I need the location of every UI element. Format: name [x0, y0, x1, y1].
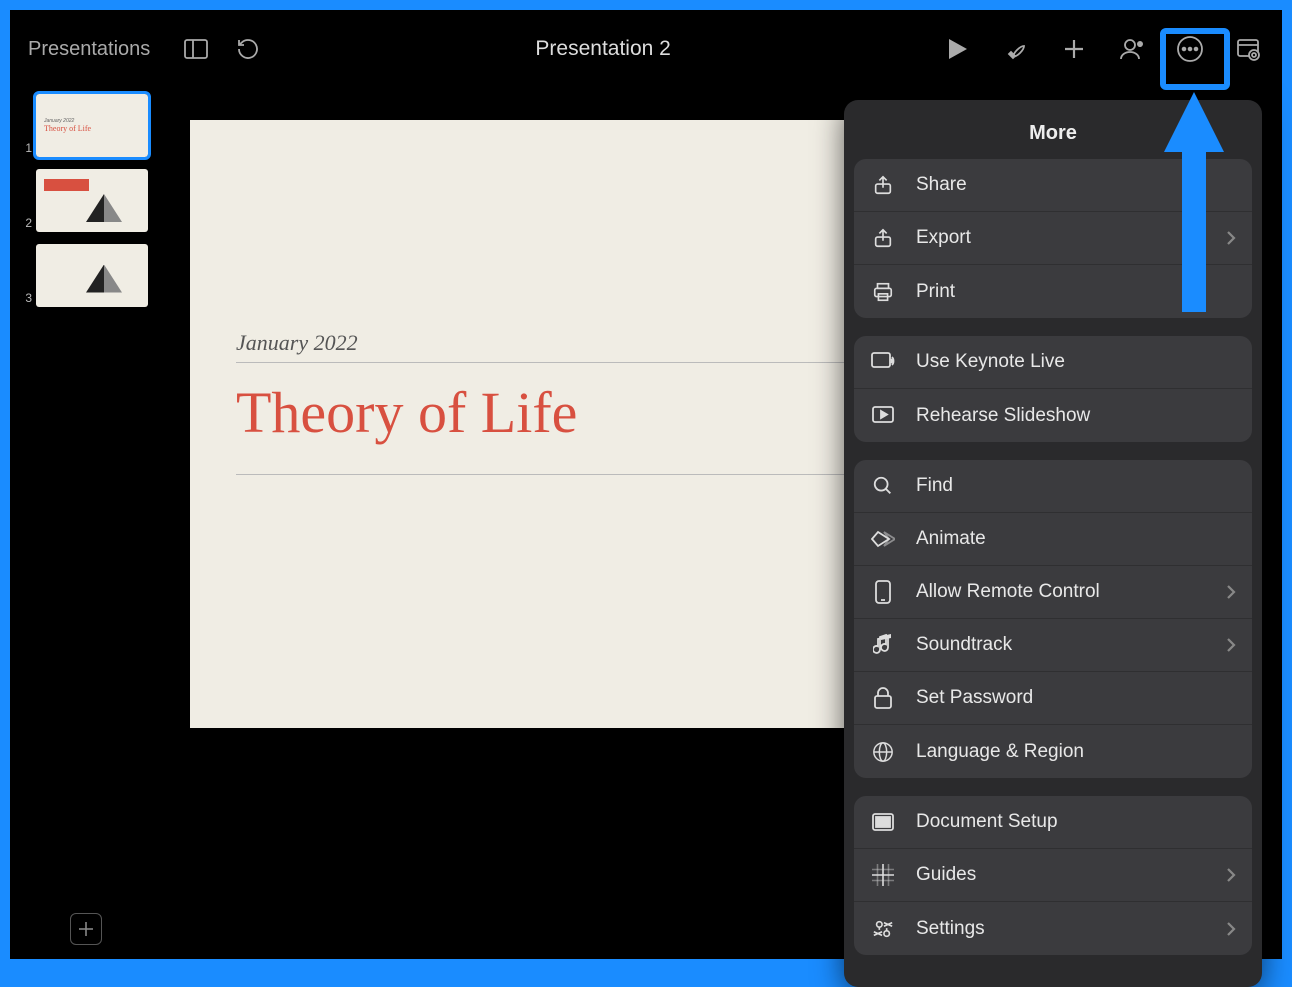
animate-icon — [870, 526, 896, 552]
play-icon[interactable] — [944, 35, 972, 63]
menu-item-find[interactable]: Find — [854, 460, 1252, 513]
menu-item-animate[interactable]: Animate — [854, 513, 1252, 566]
menu-item-label: Set Password — [916, 687, 1236, 709]
share-icon — [870, 172, 896, 198]
remote-icon — [870, 579, 896, 605]
docsetup-icon — [870, 809, 896, 835]
menu-item-label: Allow Remote Control — [916, 581, 1206, 603]
chevron-right-icon — [1226, 637, 1236, 653]
chevron-right-icon — [1226, 921, 1236, 937]
menu-item-allow-remote-control[interactable]: Allow Remote Control — [854, 566, 1252, 619]
more-menu-title: More — [854, 114, 1252, 159]
soundtrack-icon — [870, 632, 896, 658]
language-icon — [870, 739, 896, 765]
settings-icon — [870, 916, 896, 942]
document-title[interactable]: Presentation 2 — [262, 37, 944, 61]
menu-item-settings[interactable]: Settings — [854, 902, 1252, 955]
menu-item-label: Soundtrack — [916, 634, 1206, 656]
slide-thumbnail-2[interactable] — [36, 169, 148, 232]
rehearse-icon — [870, 403, 896, 429]
password-icon — [870, 685, 896, 711]
menu-item-label: Print — [916, 281, 1236, 303]
chevron-right-icon — [1226, 867, 1236, 883]
menu-item-document-setup[interactable]: Document Setup — [854, 796, 1252, 849]
menu-item-label: Find — [916, 475, 1236, 497]
export-icon — [870, 225, 896, 251]
menu-item-label: Rehearse Slideshow — [916, 405, 1236, 427]
add-icon[interactable] — [1060, 35, 1088, 63]
slide-thumbnail-3[interactable] — [36, 244, 148, 307]
menu-item-soundtrack[interactable]: Soundtrack — [854, 619, 1252, 672]
menu-item-label: Export — [916, 227, 1206, 249]
format-brush-icon[interactable] — [1002, 35, 1030, 63]
slide-thumbnail-panel: 1 January 2022 Theory of Life 2 3 — [10, 80, 170, 959]
menu-item-label: Document Setup — [916, 811, 1236, 833]
chevron-right-icon — [1226, 230, 1236, 246]
menu-item-label: Guides — [916, 864, 1206, 886]
menu-item-set-password[interactable]: Set Password — [854, 672, 1252, 725]
live-icon — [870, 349, 896, 375]
thumb-number: 1 — [24, 141, 32, 157]
menu-item-language-region[interactable]: Language & Region — [854, 725, 1252, 778]
menu-item-label: Animate — [916, 528, 1236, 550]
slide-thumbnail-1[interactable]: January 2022 Theory of Life — [36, 94, 148, 157]
menu-item-label: Language & Region — [916, 741, 1236, 763]
guides-icon — [870, 862, 896, 888]
undo-icon[interactable] — [234, 35, 262, 63]
status-bar — [10, 10, 1282, 18]
menu-item-print[interactable]: Print — [854, 265, 1252, 318]
svg-text:+: + — [1139, 43, 1142, 49]
menu-item-export[interactable]: Export — [854, 212, 1252, 265]
menu-item-guides[interactable]: Guides — [854, 849, 1252, 902]
view-options-icon[interactable] — [1234, 35, 1262, 63]
menu-item-label: Settings — [916, 918, 1206, 940]
menu-item-rehearse-slideshow[interactable]: Rehearse Slideshow — [854, 389, 1252, 442]
toolbar: Presentations Presentation 2 + — [10, 18, 1282, 80]
menu-item-label: Use Keynote Live — [916, 351, 1236, 373]
print-icon — [870, 279, 896, 305]
thumb-number: 2 — [24, 216, 32, 232]
more-menu-popover: More Share Export Print Use Keynote Live Reh… — [844, 100, 1262, 987]
sidebar-toggle-icon[interactable] — [182, 35, 210, 63]
more-icon[interactable] — [1176, 35, 1204, 63]
collaborate-icon[interactable]: + — [1118, 35, 1146, 63]
find-icon — [870, 473, 896, 499]
presentations-back-button[interactable]: Presentations — [20, 38, 158, 61]
add-slide-button[interactable] — [70, 913, 102, 945]
menu-item-share[interactable]: Share — [854, 159, 1252, 212]
menu-item-use-keynote-live[interactable]: Use Keynote Live — [854, 336, 1252, 389]
chevron-right-icon — [1226, 584, 1236, 600]
thumb-title: Theory of Life — [44, 124, 140, 133]
thumb-number: 3 — [24, 291, 32, 307]
menu-item-label: Share — [916, 174, 1236, 196]
